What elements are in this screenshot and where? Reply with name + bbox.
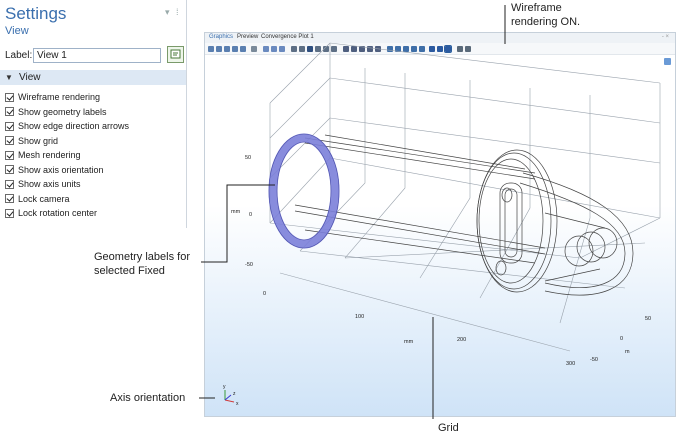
grid-lines	[269, 42, 661, 352]
view-options-list: Wireframe rendering Show geometry labels…	[5, 90, 129, 221]
callout-geometry-labels: Geometry labels for selected Fixed	[94, 250, 190, 278]
settings-subtitle: View	[5, 25, 29, 37]
graphics-canvas[interactable]: 50 0 -50 mm 0 100 200 300 mm 50 0 -50 m …	[205, 33, 676, 417]
x-tick-0: 0	[263, 291, 266, 297]
triad-y-label: y	[223, 384, 226, 390]
callout-grid: Grid	[438, 422, 459, 434]
z-unit: mm	[231, 209, 241, 215]
panel-pin-icon[interactable]: ▾ ⁞	[165, 7, 181, 18]
checkbox-checked-icon[interactable]	[5, 107, 14, 117]
collapse-arrow-icon: ▼	[5, 73, 13, 82]
update-label-icon	[170, 49, 181, 59]
checkbox-mesh-rendering[interactable]: Mesh rendering	[5, 148, 129, 163]
triad-z-label: z	[233, 391, 236, 397]
settings-title: Settings	[5, 4, 67, 23]
checkbox-label: Show grid	[18, 135, 59, 146]
x-tick-100: 100	[355, 314, 364, 320]
callout-wireframe-line2: rendering ON.	[511, 16, 581, 28]
checkbox-checked-icon[interactable]	[5, 208, 14, 218]
geometry-wireframe	[294, 134, 634, 296]
label-field[interactable]	[33, 48, 161, 63]
y-unit: m	[625, 349, 630, 355]
checkbox-checked-icon[interactable]	[5, 179, 14, 189]
checkbox-show-axis-orientation[interactable]: Show axis orientation	[5, 163, 129, 178]
checkbox-label: Lock camera	[18, 193, 70, 204]
checkbox-checked-icon[interactable]	[5, 165, 14, 175]
z-tick-0: 0	[249, 212, 252, 218]
z-tick-neg50: -50	[245, 262, 253, 268]
checkbox-label: Show edge direction arrows	[18, 121, 130, 132]
y-tick-0: 0	[620, 336, 623, 342]
x-tick-300: 300	[566, 361, 575, 367]
checkbox-label: Lock rotation center	[18, 208, 98, 219]
callout-geometry-line2: selected Fixed	[94, 265, 165, 277]
label-update-button[interactable]	[167, 46, 184, 63]
graphics-window[interactable]: Graphics Preview Convergence Plot 1 - ×	[204, 32, 676, 417]
section-title: View	[19, 72, 41, 83]
checkbox-label: Mesh rendering	[18, 150, 81, 161]
checkbox-checked-icon[interactable]	[5, 92, 14, 102]
checkbox-lock-camera[interactable]: Lock camera	[5, 192, 129, 207]
settings-panel: Settings View ▾ ⁞ Label: ▼ View Wirefram…	[0, 0, 187, 228]
checkbox-label: Wireframe rendering	[18, 92, 101, 103]
label-caption: Label:	[5, 50, 33, 61]
axis-tick-labels: 50 0 -50 mm 0 100 200 300 mm 50 0 -50 m	[231, 155, 651, 367]
y-tick-50: 50	[645, 316, 651, 322]
checkbox-checked-icon[interactable]	[5, 136, 14, 146]
callout-axis-orientation: Axis orientation	[110, 392, 186, 404]
checkbox-show-axis-units[interactable]: Show axis units	[5, 177, 129, 192]
checkbox-checked-icon[interactable]	[5, 121, 14, 131]
callout-wireframe: Wireframe rendering ON.	[511, 1, 580, 29]
checkbox-label: Show axis orientation	[18, 164, 104, 175]
triad-x-label: x	[236, 401, 239, 407]
checkbox-wireframe-rendering[interactable]: Wireframe rendering	[5, 90, 129, 105]
callout-wireframe-line1: Wireframe	[511, 2, 562, 14]
x-unit: mm	[404, 339, 414, 345]
axis-orientation-triad: y z x	[223, 384, 239, 407]
x-tick-200: 200	[457, 337, 466, 343]
checkbox-lock-rotation-center[interactable]: Lock rotation center	[5, 206, 129, 221]
selected-fixed-boundary[interactable]	[268, 133, 340, 249]
checkbox-show-grid[interactable]: Show grid	[5, 134, 129, 149]
view-section-header[interactable]: ▼ View	[0, 70, 186, 85]
checkbox-label: Show geometry labels	[18, 106, 107, 117]
checkbox-show-geometry-labels[interactable]: Show geometry labels	[5, 105, 129, 120]
checkbox-show-edge-direction-arrows[interactable]: Show edge direction arrows	[5, 119, 129, 134]
checkbox-checked-icon[interactable]	[5, 150, 14, 160]
label-row: Label:	[5, 46, 184, 64]
checkbox-checked-icon[interactable]	[5, 194, 14, 204]
y-tick-neg50: -50	[590, 357, 598, 363]
callout-geometry-line1: Geometry labels for	[94, 251, 190, 263]
checkbox-label: Show axis units	[18, 179, 81, 190]
z-tick-50: 50	[245, 155, 251, 161]
